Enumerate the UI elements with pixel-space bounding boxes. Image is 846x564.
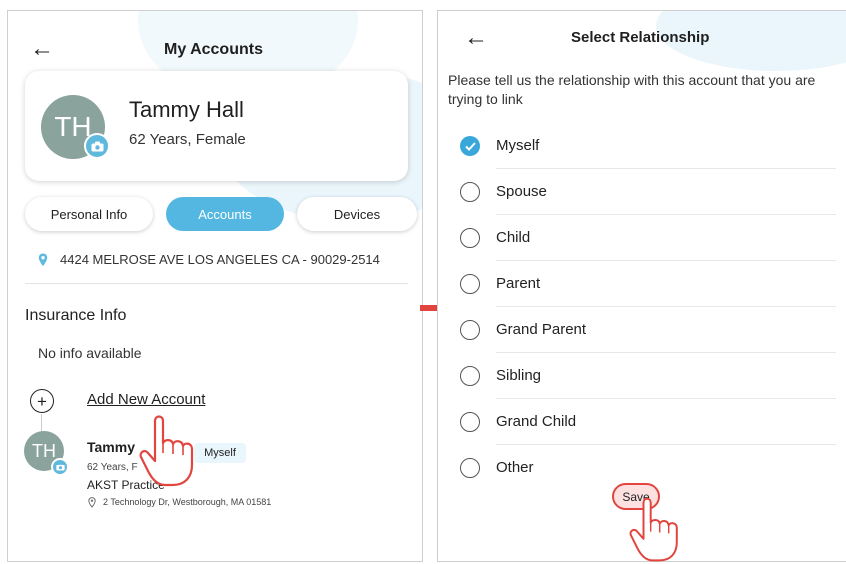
practice-address: 2 Technology Dr, Westborough, MA 01581 <box>103 497 272 507</box>
pointing-hand-icon <box>629 497 678 562</box>
option-label[interactable]: Grand Parent <box>496 321 586 338</box>
tab-label: Accounts <box>198 206 252 222</box>
tab-label: Personal Info <box>50 206 128 222</box>
profile-name: Tammy Hall <box>129 97 244 122</box>
page-title-text: Select Relationship <box>571 29 710 46</box>
option-label[interactable]: Myself <box>496 137 539 154</box>
insurance-heading: Insurance Info <box>25 307 127 324</box>
tab-label: Devices <box>333 206 381 222</box>
divider <box>496 260 836 261</box>
option-label[interactable]: Child <box>496 229 530 246</box>
profile-card: TH Tammy Hall 62 Years, Female <box>25 71 408 181</box>
radio-sibling[interactable] <box>460 366 480 386</box>
pointing-hand-icon <box>139 415 194 487</box>
avatar-initials: TH <box>32 440 56 461</box>
radio-grand-child[interactable] <box>460 412 480 432</box>
radio-other[interactable] <box>460 458 480 478</box>
location-pin-icon <box>38 253 48 266</box>
divider <box>496 306 836 307</box>
page-title: My Accounts <box>164 41 263 58</box>
option-label[interactable]: Parent <box>496 275 540 292</box>
radio-myself[interactable] <box>460 136 480 156</box>
add-account-link[interactable]: Add New Account <box>87 391 205 408</box>
linked-account-name: Tammy <box>87 439 135 455</box>
option-label[interactable]: Sibling <box>496 367 541 384</box>
divider <box>496 352 836 353</box>
camera-icon[interactable] <box>51 458 69 476</box>
divider <box>496 168 836 169</box>
camera-icon[interactable] <box>84 133 110 159</box>
option-label[interactable]: Other <box>496 459 534 476</box>
divider <box>496 214 836 215</box>
check-icon <box>464 141 476 151</box>
radio-spouse[interactable] <box>460 182 480 202</box>
option-label[interactable]: Grand Child <box>496 413 576 430</box>
tab-bar: Personal Info Accounts Devices <box>25 197 422 231</box>
location-pin-icon <box>88 497 96 508</box>
divider <box>496 444 836 445</box>
profile-details: 62 Years, Female <box>129 131 246 148</box>
back-arrow-icon[interactable]: ← <box>464 26 488 50</box>
radio-grand-parent[interactable] <box>460 320 480 340</box>
insurance-empty-text: No info available <box>38 345 142 361</box>
relationship-prompt: Please tell us the relationship with thi… <box>448 72 816 107</box>
radio-child[interactable] <box>460 228 480 248</box>
back-arrow-icon[interactable]: ← <box>30 37 54 61</box>
linked-account-details: 62 Years, F <box>87 462 138 473</box>
option-label[interactable]: Spouse <box>496 183 547 200</box>
tab-personal-info[interactable]: Personal Info <box>25 197 153 231</box>
divider <box>496 398 836 399</box>
tab-accounts[interactable]: Accounts <box>166 197 284 231</box>
divider <box>25 283 408 284</box>
tab-devices[interactable]: Devices <box>297 197 417 231</box>
add-icon[interactable]: + <box>30 389 54 413</box>
my-accounts-screen: ← My Accounts TH Tammy Hall 62 Years, Fe… <box>7 10 423 562</box>
radio-parent[interactable] <box>460 274 480 294</box>
address-text: 4424 MELROSE AVE LOS ANGELES CA - 90029-… <box>60 252 380 267</box>
page-title: Select Relationship <box>571 29 709 46</box>
